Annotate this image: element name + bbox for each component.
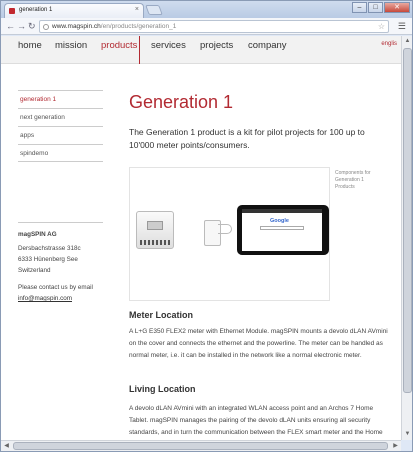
scroll-down-icon[interactable]: ▼	[403, 430, 412, 439]
scroll-up-icon[interactable]: ▲	[403, 37, 412, 46]
site-nav: home mission products services projects …	[1, 36, 401, 64]
bookmark-star-icon[interactable]: ☆	[378, 21, 385, 32]
section-heading-living-location: Living Location	[129, 384, 196, 394]
meter-terminals	[140, 240, 170, 245]
horizontal-scroll-thumb[interactable]	[13, 442, 388, 450]
forward-button[interactable]: →	[17, 21, 26, 31]
nav-active-divider	[139, 36, 140, 64]
favicon-icon	[9, 8, 15, 14]
back-button[interactable]: ←	[6, 21, 15, 31]
section-text-meter-location: A L+G E350 FLEX2 meter with Ethernet Mod…	[129, 328, 388, 359]
adapter-cable	[218, 224, 232, 234]
sidebar-item-generation-1[interactable]: generation 1	[18, 90, 103, 108]
url-path: /en/products/generation_1	[100, 23, 177, 30]
nav-company[interactable]: company	[248, 40, 287, 51]
image-caption: Components for Generation 1 Products	[335, 170, 371, 190]
section-text-living-location: A devolo dLAN AVmini with an integrated …	[129, 405, 383, 436]
tablet-logo: Google	[270, 218, 289, 224]
meter-display	[147, 221, 163, 230]
new-tab-button[interactable]	[145, 5, 163, 15]
nav-services[interactable]: services	[151, 40, 186, 51]
url-domain: www.magspin.ch	[52, 23, 101, 30]
minimize-button[interactable]: –	[352, 2, 367, 13]
scroll-right-icon[interactable]: ▶	[391, 442, 400, 451]
contact-text: Please contact us by email	[18, 284, 93, 291]
vertical-scrollbar[interactable]: ▲ ▼	[401, 36, 412, 440]
address-bar[interactable]: www.magspin.ch/en/products/generation_1 …	[39, 20, 389, 33]
nav-products[interactable]: products	[101, 40, 137, 51]
browser-window: generation 1 × – □ ✕ ← → ↻ www.magspin.c…	[0, 0, 413, 452]
wrench-menu-icon[interactable]: ☰	[398, 21, 406, 32]
sidebar-item-apps[interactable]: apps	[18, 126, 103, 144]
email-link[interactable]: info@magspin.com	[18, 295, 103, 302]
tablet-image: Google	[237, 205, 329, 255]
tablet-search-box	[260, 226, 304, 230]
product-image: Google	[129, 167, 330, 301]
vertical-scroll-thumb[interactable]	[403, 48, 412, 393]
company-address: magSPIN AG Dersbachstrasse 318c 6333 Hün…	[18, 222, 103, 306]
company-name: magSPIN AG	[18, 231, 57, 238]
language-link[interactable]: englis	[381, 41, 397, 47]
window-controls: – □ ✕	[352, 2, 410, 13]
page-icon	[43, 24, 49, 30]
reload-button[interactable]: ↻	[28, 21, 36, 31]
tablet-status-bar	[242, 209, 322, 213]
browser-toolbar: ← → ↻ www.magspin.ch/en/products/generat…	[1, 18, 412, 35]
company-city: 6333 Hünenberg See	[18, 256, 78, 263]
tablet-screen: Google	[242, 209, 322, 251]
title-bar: generation 1 × – □ ✕	[1, 1, 412, 18]
company-country: Switzerland	[18, 267, 51, 274]
intro-text: The Generation 1 product is a kit for pi…	[129, 127, 365, 150]
nav-projects[interactable]: projects	[200, 40, 233, 51]
scroll-left-icon[interactable]: ◀	[2, 442, 11, 451]
browser-tab[interactable]: generation 1 ×	[4, 3, 144, 18]
close-button[interactable]: ✕	[384, 2, 410, 13]
horizontal-scrollbar[interactable]: ◀ ▶	[1, 440, 401, 451]
page-title: Generation 1	[129, 92, 234, 112]
nav-home[interactable]: home	[18, 40, 42, 51]
maximize-button[interactable]: □	[368, 2, 383, 13]
sidebar-item-next-generation[interactable]: next generation	[18, 108, 103, 126]
page-viewport: home mission products services projects …	[1, 36, 401, 440]
tab-close-icon[interactable]: ×	[135, 6, 139, 13]
tab-title: generation 1	[19, 7, 53, 13]
section-heading-meter-location: Meter Location	[129, 310, 194, 320]
nav-mission[interactable]: mission	[55, 40, 87, 51]
sidebar-item-spindemo[interactable]: spindemo	[18, 144, 103, 162]
meter-module-image	[136, 211, 174, 249]
sidebar: generation 1 next generation apps spinde…	[18, 90, 103, 162]
company-street: Dersbachstrasse 318c	[18, 245, 81, 252]
